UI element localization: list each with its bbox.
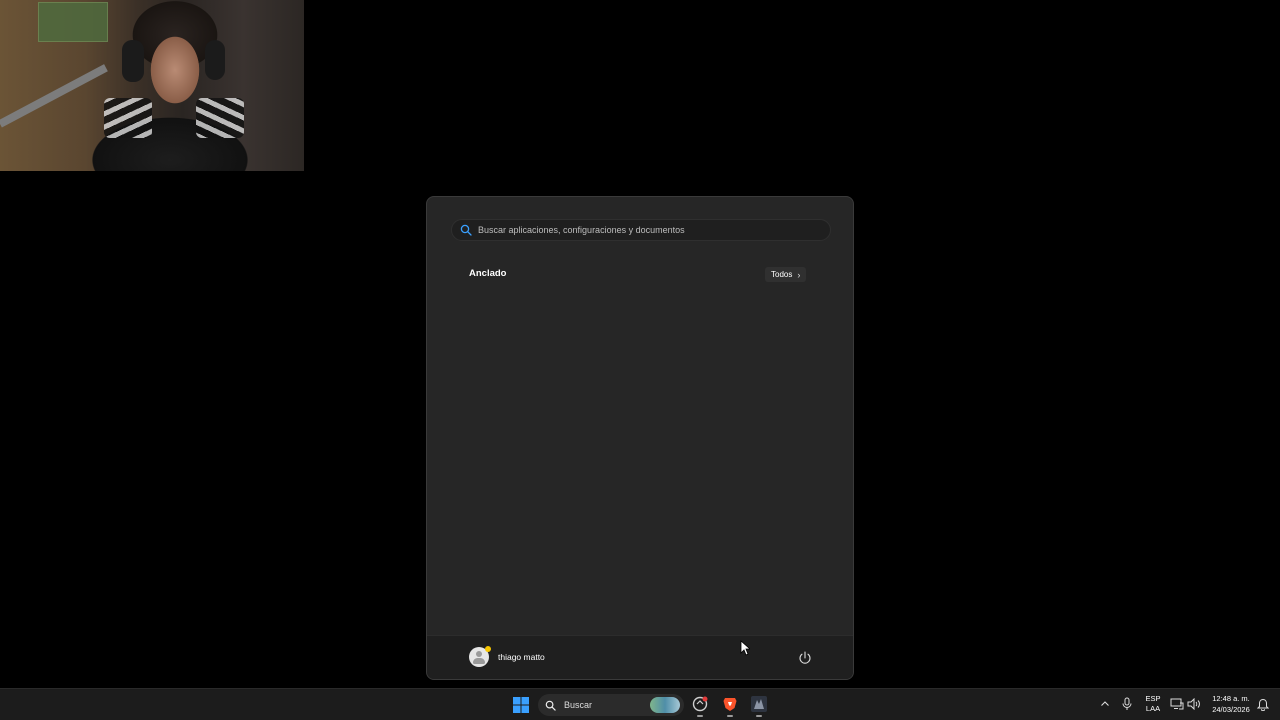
mouse-cursor-icon	[740, 640, 750, 656]
microphone-icon[interactable]	[1121, 697, 1133, 711]
language-indicator[interactable]: ESP LAA	[1142, 694, 1164, 714]
copilot-app-icon[interactable]	[691, 695, 709, 717]
user-name: thiago matto	[498, 652, 545, 662]
clock-date: 24/03/2026	[1212, 705, 1250, 714]
webcam-headphone-right	[205, 40, 225, 80]
avatar	[469, 646, 491, 667]
power-icon[interactable]	[797, 650, 813, 666]
game-icon	[751, 696, 767, 712]
webcam-headphone-left	[122, 40, 144, 82]
network-icon[interactable]	[1170, 698, 1184, 710]
volume-icon[interactable]	[1187, 698, 1201, 710]
search-icon	[460, 224, 472, 236]
running-indicator	[756, 715, 762, 717]
copilot-icon	[692, 696, 708, 712]
status-badge	[485, 646, 491, 652]
taskbar-search[interactable]: Buscar	[538, 694, 684, 716]
user-account-button[interactable]: thiago matto	[469, 646, 545, 667]
running-indicator	[727, 715, 733, 717]
clock-time: 12:48 a. m.	[1212, 694, 1250, 703]
brave-icon	[723, 698, 737, 711]
language-code: ESP	[1145, 694, 1161, 703]
start-search-box[interactable]	[451, 219, 831, 241]
taskbar: Buscar ESP LAA 12:48 a. m. 24/03/2026	[0, 688, 1280, 720]
search-highlight-icon	[650, 697, 680, 713]
avatar-head	[476, 651, 482, 657]
keyboard-layout: LAA	[1145, 704, 1161, 713]
notification-bell-icon[interactable]	[1257, 698, 1269, 711]
windows-start-icon[interactable]	[510, 694, 532, 716]
start-search-input[interactable]	[478, 225, 808, 235]
avatar-torso	[473, 658, 485, 664]
start-menu-footer: thiago matto	[427, 635, 853, 679]
webcam-shirt-stripe	[104, 98, 152, 138]
brave-browser-icon[interactable]	[721, 695, 739, 717]
game-app-icon[interactable]	[750, 695, 768, 717]
all-apps-button[interactable]: Todos ›	[765, 267, 807, 282]
start-menu: Anclado Todos › thiago matto	[426, 196, 854, 680]
search-icon	[545, 700, 556, 711]
running-indicator	[697, 715, 703, 717]
system-clock[interactable]: 12:48 a. m. 24/03/2026	[1206, 693, 1256, 715]
chevron-up-icon[interactable]	[1100, 699, 1110, 709]
all-apps-button-label: Todos	[771, 270, 793, 279]
taskbar-search-label: Buscar	[564, 700, 593, 710]
webcam-shirt-stripe	[196, 98, 244, 138]
webcam-poster	[38, 2, 108, 42]
webcam-overlay	[0, 0, 304, 171]
pinned-section-title: Anclado	[469, 268, 507, 279]
chevron-right-icon: ›	[797, 269, 801, 280]
webcam-mic-arm	[0, 64, 108, 128]
